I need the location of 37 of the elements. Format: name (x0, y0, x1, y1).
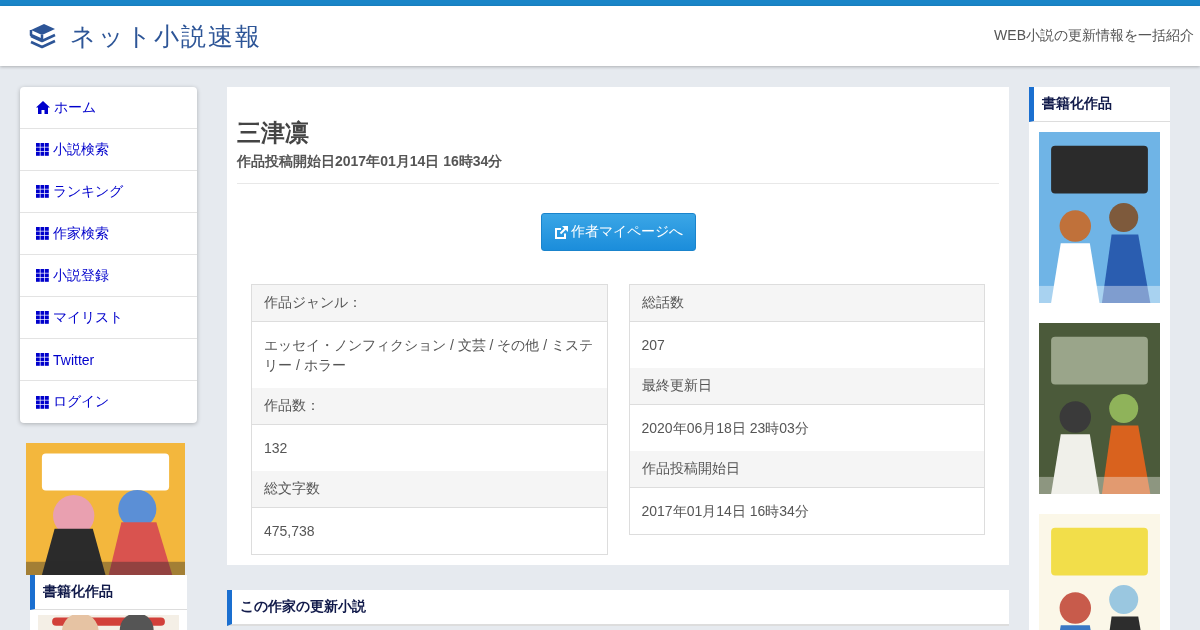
grid-icon (36, 185, 49, 198)
table-cell-text: エッセイ・ノンフィクション / 文芸 / その他 / ミステリー / ホラー (263, 336, 594, 375)
grid-icon (36, 395, 49, 409)
nav-item[interactable]: ホーム (20, 87, 197, 129)
section-heading: この作家の更新小説 (227, 590, 1009, 626)
table-cell-text: 2020年06月18日 23時03分 (640, 419, 810, 438)
author-start-date: 作品投稿開始日2017年01月14日 16時34分 (237, 153, 999, 184)
table-header: 最終更新日 (629, 368, 984, 405)
grid-icon (36, 143, 49, 156)
grid-icon (36, 227, 49, 240)
table-header: 作品投稿開始日 (629, 451, 984, 488)
table-header: 作品ジャンル： (252, 285, 607, 322)
grid-icon (36, 311, 49, 324)
site-logo[interactable]: ネット小説速報 (70, 19, 262, 53)
books-icon (28, 21, 58, 51)
table-cell-text: 2017年01月14日 16時34分 (640, 502, 810, 521)
table-cell-text: 207 (640, 336, 666, 355)
table-header: 作品数： (252, 388, 607, 425)
nav-item[interactable]: Twitter (20, 339, 197, 381)
section-heading: 書籍化作品 (1029, 87, 1170, 122)
nav-item[interactable]: マイリスト (20, 297, 197, 339)
tagline: WEB小説の更新情報を一括紹介 (994, 27, 1194, 45)
table-header: 総話数 (629, 285, 984, 322)
nav-item[interactable]: ランキング (20, 171, 197, 213)
author-name: 三津凛 (237, 118, 310, 148)
nav-item[interactable]: 作家検索 (20, 213, 197, 255)
table-cell-text: 132 (263, 439, 289, 458)
section-heading: 書籍化作品 (30, 575, 187, 610)
nav-item[interactable]: 小説検索 (20, 129, 197, 171)
external-link-icon (553, 224, 569, 240)
home-icon (36, 101, 50, 114)
table-cell-text: 475,738 (263, 522, 316, 541)
grid-icon (36, 269, 49, 282)
nav-item[interactable]: ログイン (20, 381, 197, 423)
table-header: 総文字数 (252, 471, 607, 508)
grid-icon (36, 353, 49, 366)
nav-item[interactable]: 小説登録 (20, 255, 197, 297)
